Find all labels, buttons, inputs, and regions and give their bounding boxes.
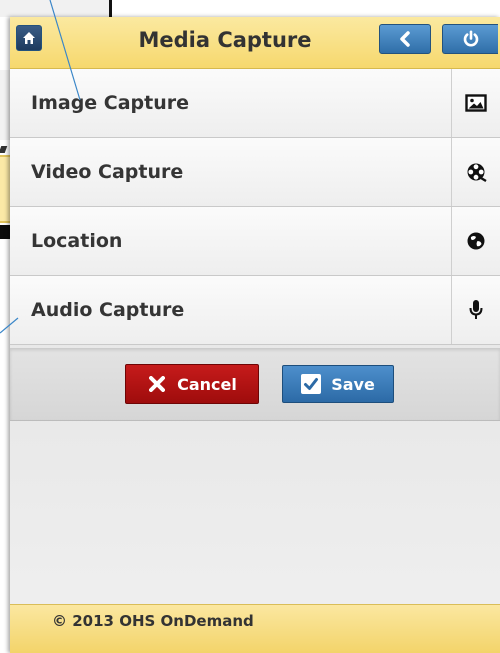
power-icon [463, 30, 478, 47]
list-item-video-capture[interactable]: Video Capture [10, 138, 500, 207]
footer-bar: © 2013 OHS OnDemand [10, 604, 500, 653]
media-capture-panel: Media Capture Image Capture Video Captur… [10, 17, 500, 653]
back-button[interactable] [379, 24, 431, 54]
list-item-image-capture[interactable]: Image Capture [10, 69, 500, 138]
background-fragment [0, 0, 112, 17]
capture-options-list: Image Capture Video Capture Location Aud… [10, 69, 500, 345]
header-bar: Media Capture [10, 17, 500, 69]
save-label: Save [331, 374, 375, 394]
background-fragment [0, 146, 8, 153]
page-title: Media Capture [138, 28, 312, 52]
list-item-audio-capture[interactable]: Audio Capture [10, 276, 500, 345]
list-item-label: Video Capture [31, 161, 184, 183]
background-fragment [112, 0, 500, 17]
film-reel-icon [451, 138, 500, 206]
list-item-label: Audio Capture [31, 299, 185, 321]
globe-icon [451, 207, 500, 275]
power-button[interactable] [442, 24, 498, 54]
microphone-icon [451, 276, 500, 344]
close-icon [147, 374, 167, 394]
chevron-left-icon [400, 31, 410, 47]
save-button[interactable]: Save [282, 365, 394, 403]
action-bar: Cancel Save [10, 348, 500, 421]
image-icon [451, 69, 500, 137]
list-item-label: Location [31, 230, 123, 252]
cancel-label: Cancel [177, 374, 237, 394]
list-item-location[interactable]: Location [10, 207, 500, 276]
cancel-button[interactable]: Cancel [125, 364, 259, 404]
list-item-label: Image Capture [31, 92, 190, 114]
checkmark-icon [301, 374, 322, 394]
copyright-text: © 2013 OHS OnDemand [52, 612, 254, 630]
